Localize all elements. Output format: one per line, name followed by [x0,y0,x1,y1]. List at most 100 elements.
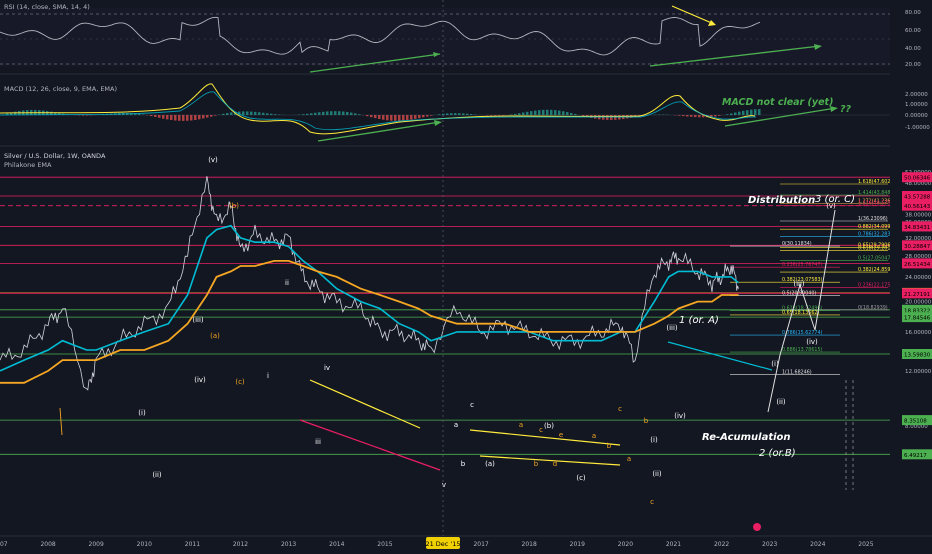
wave-label: v [442,481,446,489]
macd-bar [754,109,757,115]
y-axis[interactable]: 52.0000048.0000044.0000042.0000038.00000… [890,0,932,536]
macd-bar [678,115,681,116]
x-tick: 2022 [714,541,729,548]
macd-bar [686,115,689,117]
wave-label: a [592,432,596,440]
macd-bar [610,115,613,120]
wave-label: (b) [229,202,239,210]
macd-bar [214,115,217,116]
x-tick: 2008 [40,541,55,548]
price-tag-label: 17.84546 [904,316,931,322]
tradingview-chart[interactable]: RSI (14, close, SMA, 14, 4) MACD not cle… [0,0,932,550]
macd-bar [378,115,381,119]
macd-bar [562,111,565,115]
macd-bar [458,113,461,115]
wave-label: (ii) [776,398,786,406]
wave-label: (v) [208,156,218,164]
macd-bar [390,115,393,121]
chart-background [0,0,932,550]
macd-tick: -1.00000 [905,125,930,131]
wave-label: iv [324,364,330,372]
macd-bar [342,112,345,116]
macd-bar [354,113,357,115]
wave-label: c [539,426,543,434]
macd-bar [138,114,141,115]
x-tick: 2019 [570,541,585,548]
wave-label: e [559,431,563,439]
macd-bar [682,115,685,116]
macd-bar [258,112,261,115]
x-tick: 2012 [233,541,248,548]
rsi-tick: 40.00 [905,46,921,52]
macd-bar [338,111,341,115]
price-tick: 20.00000 [905,300,932,306]
macd-bar [310,113,313,115]
wave-label: b [534,460,539,468]
macd-bar [222,114,225,115]
macd-bar [534,111,537,115]
macd-tick: 1.00000 [905,102,928,108]
macd-bar [346,112,349,115]
macd-bar [302,114,305,115]
macd-bar [418,115,421,118]
price-tick: 38.00000 [905,213,932,219]
macd-bar [170,115,173,120]
macd-bar [698,115,701,117]
fib-label-left: 1(11.68246) [782,370,812,376]
macd-bar [546,110,549,115]
macd-bar [554,110,557,115]
x-tick: 2015 [377,541,392,548]
rsi-title: RSI (14, close, SMA, 14, 4) [4,3,90,11]
macd-bar [406,115,409,120]
wave-label: (i) [650,436,658,444]
macd-bar [174,115,177,121]
macd-bar [274,114,277,115]
macd-bar [450,113,453,115]
macd-bar [154,115,157,117]
macd-bar [250,112,253,115]
macd-bar [442,114,445,115]
macd-bar [694,115,697,117]
macd-bar [542,110,545,115]
macd-bar [426,115,429,117]
wave-label: (a) [210,332,220,340]
macd-bar [462,113,465,115]
x-tick: 2009 [89,541,104,548]
macd-tick: 0.00000 [905,113,928,119]
fib-label: 1.414(43.8489) [858,190,895,196]
macd-bar [178,115,181,121]
macd-question: ?? [840,104,852,115]
macd-bar [518,113,521,115]
wave-label: (a) [485,460,495,468]
macd-bar [374,115,377,118]
macd-bar [522,112,525,115]
macd-bar [166,115,169,119]
macd-bar [530,111,533,115]
macd-bar [206,115,209,118]
wave-label: (iii) [666,324,678,332]
macd-bar [750,110,753,115]
macd-bar [262,113,265,115]
macd-bar [494,115,497,116]
wave1-label: 1 (or. A) [679,315,719,326]
macd-bar [150,115,153,116]
wave-label: (ii) [152,471,162,479]
wave-label: (i) [138,409,146,417]
x-axis[interactable]: 2007200820092010201120122013201420152017… [0,536,932,550]
chart-canvas[interactable]: RSI (14, close, SMA, 14, 4) MACD not cle… [0,0,932,550]
price-tick: 12.00000 [905,369,932,375]
macd-bar [550,110,553,115]
event-flag-icon[interactable] [753,523,761,531]
macd-bar [470,114,473,115]
price-title: Silver / U.S. Dollar, 1W, OANDA [4,152,106,160]
macd-title: MACD (12, 26, close, 9, EMA, EMA) [4,85,117,93]
macd-bar [402,115,405,121]
macd-bar [742,111,745,115]
wave-label: (i) [771,360,779,368]
macd-bar [414,115,417,119]
price-tag-label: 40.56143 [904,204,931,210]
wave-label: (b) [544,422,554,430]
rsi-pane[interactable]: RSI (14, close, SMA, 14, 4) [0,0,890,74]
wave-label: i [267,372,269,380]
macd-bar [334,111,337,115]
